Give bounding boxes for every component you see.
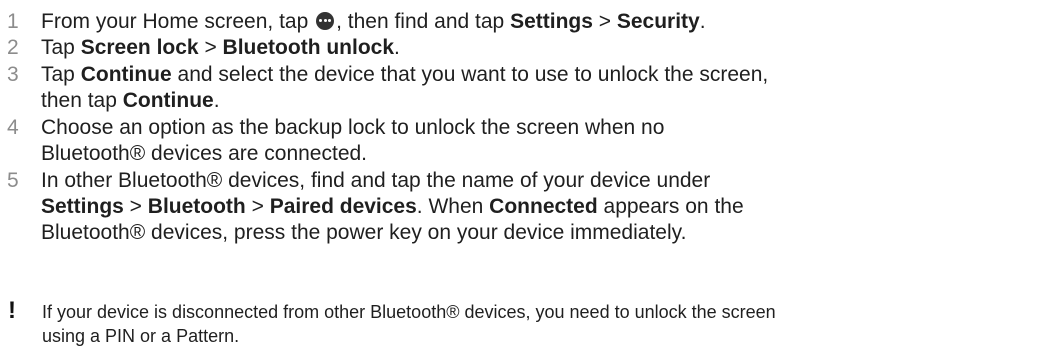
step-text: Choose an option as the backup lock to u… bbox=[41, 116, 665, 165]
step-5: 5 In other Bluetooth® devices, find and … bbox=[0, 168, 801, 246]
step-text: In other Bluetooth® devices, find and ta… bbox=[41, 169, 744, 244]
security-label: Security bbox=[616, 10, 700, 33]
apps-icon bbox=[316, 12, 335, 30]
step-text: Tap Continue and select the device that … bbox=[41, 63, 769, 112]
bluetooth-unlock-label: Bluetooth unlock bbox=[222, 36, 395, 59]
step-2: 2 Tap Screen lock > Bluetooth unlock. bbox=[0, 35, 761, 61]
connected-label: Connected bbox=[489, 195, 598, 218]
step-number: 3 bbox=[7, 63, 19, 86]
note-text: If your device is disconnected from othe… bbox=[42, 302, 776, 346]
step-1: 1 From your Home screen, tap , then find… bbox=[0, 9, 761, 35]
step-text: Tap Screen lock > Bluetooth unlock. bbox=[41, 36, 400, 59]
bluetooth-label: Bluetooth bbox=[147, 195, 246, 218]
step-3: 3 Tap Continue and select the device tha… bbox=[0, 62, 801, 114]
step-4: 4 Choose an option as the backup lock to… bbox=[0, 115, 801, 167]
step-text: From your Home screen, tap , then find a… bbox=[41, 10, 706, 33]
step-number: 5 bbox=[7, 169, 19, 192]
warning-note: ! If your device is disconnected from ot… bbox=[0, 297, 1048, 348]
step-number: 1 bbox=[7, 10, 19, 33]
settings-label: Settings bbox=[41, 195, 124, 218]
paired-devices-label: Paired devices bbox=[269, 195, 417, 218]
exclamation-icon: ! bbox=[8, 297, 16, 324]
step-number: 4 bbox=[7, 116, 19, 139]
continue-label: Continue bbox=[122, 89, 214, 112]
screen-lock-label: Screen lock bbox=[80, 36, 199, 59]
step-number: 2 bbox=[7, 36, 19, 59]
continue-label: Continue bbox=[80, 63, 172, 86]
settings-label: Settings bbox=[510, 10, 593, 33]
